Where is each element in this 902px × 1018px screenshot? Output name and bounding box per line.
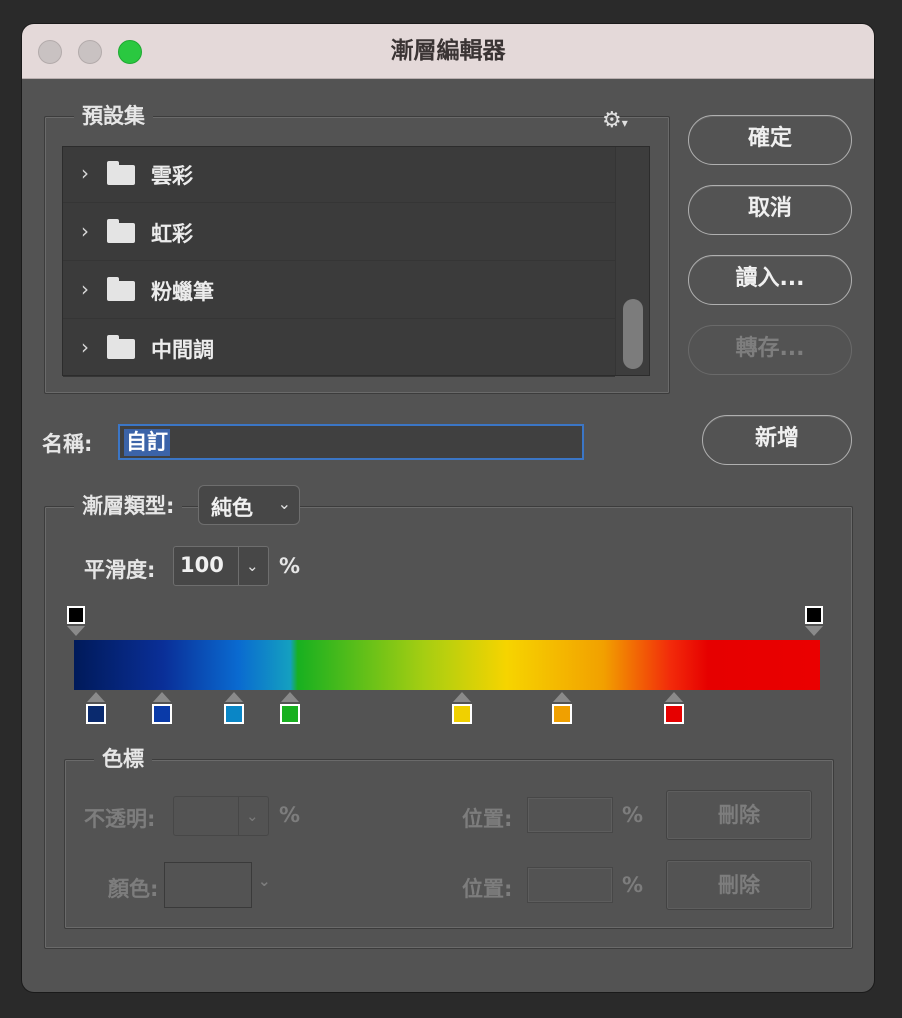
preset-scrollbar[interactable] — [615, 147, 649, 375]
color-stop-1[interactable] — [86, 704, 106, 724]
folder-icon — [107, 161, 135, 185]
color-label: 顏色: — [108, 877, 159, 901]
opacity-label: 不透明: — [84, 807, 156, 831]
color-stop-3[interactable] — [224, 704, 244, 724]
preset-folder-pastels[interactable]: › 粉蠟筆 — [63, 263, 615, 319]
color-stop-6[interactable] — [552, 704, 572, 724]
title-bar: 漸層編輯器 — [22, 24, 874, 79]
opacity-stop-left-pointer[interactable] — [67, 626, 85, 636]
color-stop-pointer[interactable] — [553, 692, 571, 702]
gradient-type-value: 純色 — [211, 496, 253, 520]
chevron-right-icon[interactable]: › — [81, 335, 89, 359]
chevron-right-icon[interactable]: › — [81, 219, 89, 243]
color-stop-pointer[interactable] — [225, 692, 243, 702]
gradient-preview-bar[interactable] — [74, 640, 820, 690]
chevron-right-icon[interactable]: › — [81, 161, 89, 185]
chevron-down-icon: ⌄ — [277, 494, 291, 513]
opacity-stop-right[interactable] — [805, 606, 823, 624]
color-stop-pointer[interactable] — [665, 692, 683, 702]
color-location-input[interactable] — [527, 867, 613, 903]
save-button[interactable]: 轉存... — [688, 325, 852, 375]
combo-divider — [238, 797, 239, 835]
window-title: 漸層編輯器 — [390, 38, 506, 64]
opacity-stop-left[interactable] — [67, 606, 85, 624]
stops-legend: 色標 — [94, 746, 152, 772]
preset-list: › 雲彩 › 虹彩 › 粉蠟筆 › 中間調 — [62, 146, 650, 377]
color-stop-pointer[interactable] — [87, 692, 105, 702]
opacity-location-input[interactable] — [527, 797, 613, 833]
color-stop-pointer[interactable] — [281, 692, 299, 702]
color-swatch[interactable] — [164, 862, 252, 908]
gradient-editor-window: 漸層編輯器 預設集 ⚙▾ › 雲彩 › 虹彩 › 粉蠟筆 › 中間調 確定 取消… — [22, 24, 874, 992]
presets-legend: 預設集 — [74, 103, 153, 129]
color-location-label: 位置: — [462, 877, 513, 901]
gradient-type-select[interactable]: 純色 ⌄ — [198, 485, 300, 525]
color-stop-7[interactable] — [664, 704, 684, 724]
color-location-unit: % — [622, 873, 644, 897]
preset-folder-rainbow[interactable]: › 虹彩 — [63, 205, 615, 261]
name-input-value: 自訂 — [124, 429, 170, 456]
color-stop-5[interactable] — [452, 704, 472, 724]
chevron-right-icon[interactable]: › — [81, 277, 89, 301]
chevron-down-icon[interactable]: ⌄ — [258, 872, 271, 890]
opacity-stop-right-pointer[interactable] — [805, 626, 823, 636]
smoothness-unit: % — [279, 554, 301, 578]
color-stop-2[interactable] — [152, 704, 172, 724]
preset-folder-midtones[interactable]: › 中間調 — [63, 321, 615, 377]
smoothness-label: 平滑度: — [84, 558, 156, 582]
preset-folder-label: 中間調 — [151, 338, 214, 362]
folder-icon — [107, 219, 135, 243]
preset-folder-label: 虹彩 — [151, 222, 193, 246]
smoothness-combo[interactable]: 100 ⌄ — [173, 546, 269, 586]
name-label: 名稱: — [42, 432, 93, 456]
preset-folder-label: 粉蠟筆 — [151, 280, 214, 304]
color-delete-button[interactable]: 刪除 — [666, 860, 812, 910]
load-button[interactable]: 讀入... — [688, 255, 852, 305]
opacity-location-label: 位置: — [462, 807, 513, 831]
opacity-combo[interactable]: ⌄ — [173, 796, 269, 836]
preset-scroll-thumb[interactable] — [623, 299, 643, 369]
chevron-down-icon[interactable]: ⌄ — [246, 557, 259, 575]
color-stop-4[interactable] — [280, 704, 300, 724]
opacity-unit: % — [279, 803, 301, 827]
preset-folder-label: 雲彩 — [151, 164, 193, 188]
smoothness-value: 100 — [180, 553, 224, 577]
gear-icon[interactable]: ⚙▾ — [602, 108, 628, 133]
cancel-button[interactable]: 取消 — [688, 185, 852, 235]
folder-icon — [107, 335, 135, 359]
gradient-type-label: 漸層類型: — [74, 493, 183, 519]
opacity-delete-button[interactable]: 刪除 — [666, 790, 812, 840]
ok-button[interactable]: 確定 — [688, 115, 852, 165]
combo-divider — [238, 547, 239, 585]
chevron-down-icon[interactable]: ⌄ — [246, 807, 259, 825]
new-button[interactable]: 新增 — [702, 415, 852, 465]
name-input[interactable]: 自訂 — [118, 424, 584, 460]
color-stop-pointer[interactable] — [153, 692, 171, 702]
color-stop-pointer[interactable] — [453, 692, 471, 702]
folder-icon — [107, 277, 135, 301]
opacity-location-unit: % — [622, 803, 644, 827]
preset-folder-clouds[interactable]: › 雲彩 — [63, 147, 615, 203]
